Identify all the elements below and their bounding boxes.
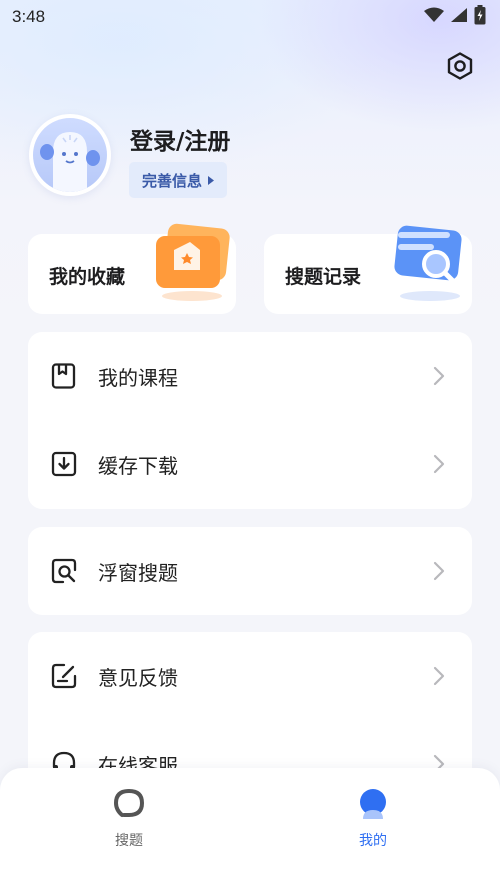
menu-item-feedback[interactable]: 意见反馈 [28, 632, 472, 720]
settings-button[interactable] [444, 52, 476, 84]
favorites-folder-icon [148, 220, 240, 308]
float-search-icon [50, 557, 78, 585]
profile-tab-icon [357, 788, 389, 824]
chevron-right-icon [432, 453, 446, 475]
avatar-mascot [33, 118, 107, 192]
menu-group-tools: 浮窗搜题 [28, 527, 472, 615]
login-register-link[interactable]: 登录/注册 [130, 122, 230, 156]
menu-item-label: 缓存下载 [98, 453, 178, 478]
battery-icon [474, 5, 486, 29]
chevron-right-icon [432, 560, 446, 582]
tab-label: 我的 [359, 833, 387, 849]
menu-group-learning: 我的课程 缓存下载 [28, 332, 472, 509]
download-icon [50, 450, 78, 478]
chevron-right-icon [432, 665, 446, 687]
favorites-card-label: 我的收藏 [49, 266, 126, 288]
complete-info-button[interactable]: 完善信息 [129, 162, 227, 198]
status-time: 3:48 [12, 7, 46, 26]
menu-item-label: 意见反馈 [98, 665, 178, 690]
wifi-icon [424, 7, 444, 27]
menu-item-label: 浮窗搜题 [98, 560, 178, 585]
settings-icon [445, 51, 475, 85]
course-icon [50, 362, 78, 390]
cell-signal-icon [450, 7, 468, 27]
search-history-doc-icon [386, 220, 478, 308]
menu-item-label: 我的课程 [98, 365, 178, 390]
feedback-icon [50, 662, 78, 690]
status-icons [424, 5, 486, 29]
triangle-right-icon [208, 171, 214, 189]
menu-item-my-courses[interactable]: 我的课程 [28, 332, 472, 420]
chevron-right-icon [432, 365, 446, 387]
tab-search[interactable]: 搜题 [89, 788, 169, 850]
menu-item-float-search[interactable]: 浮窗搜题 [28, 527, 472, 615]
status-bar: 3:48 [0, 0, 500, 34]
tab-label: 搜题 [115, 833, 143, 849]
search-history-card-label: 搜题记录 [285, 266, 362, 288]
avatar[interactable] [29, 114, 111, 196]
search-tab-icon [113, 788, 145, 824]
menu-item-cache-download[interactable]: 缓存下载 [28, 420, 472, 508]
bottom-tab-bar: 搜题 我的 [0, 768, 500, 889]
complete-info-label: 完善信息 [141, 171, 202, 190]
tab-mine[interactable]: 我的 [333, 788, 413, 850]
